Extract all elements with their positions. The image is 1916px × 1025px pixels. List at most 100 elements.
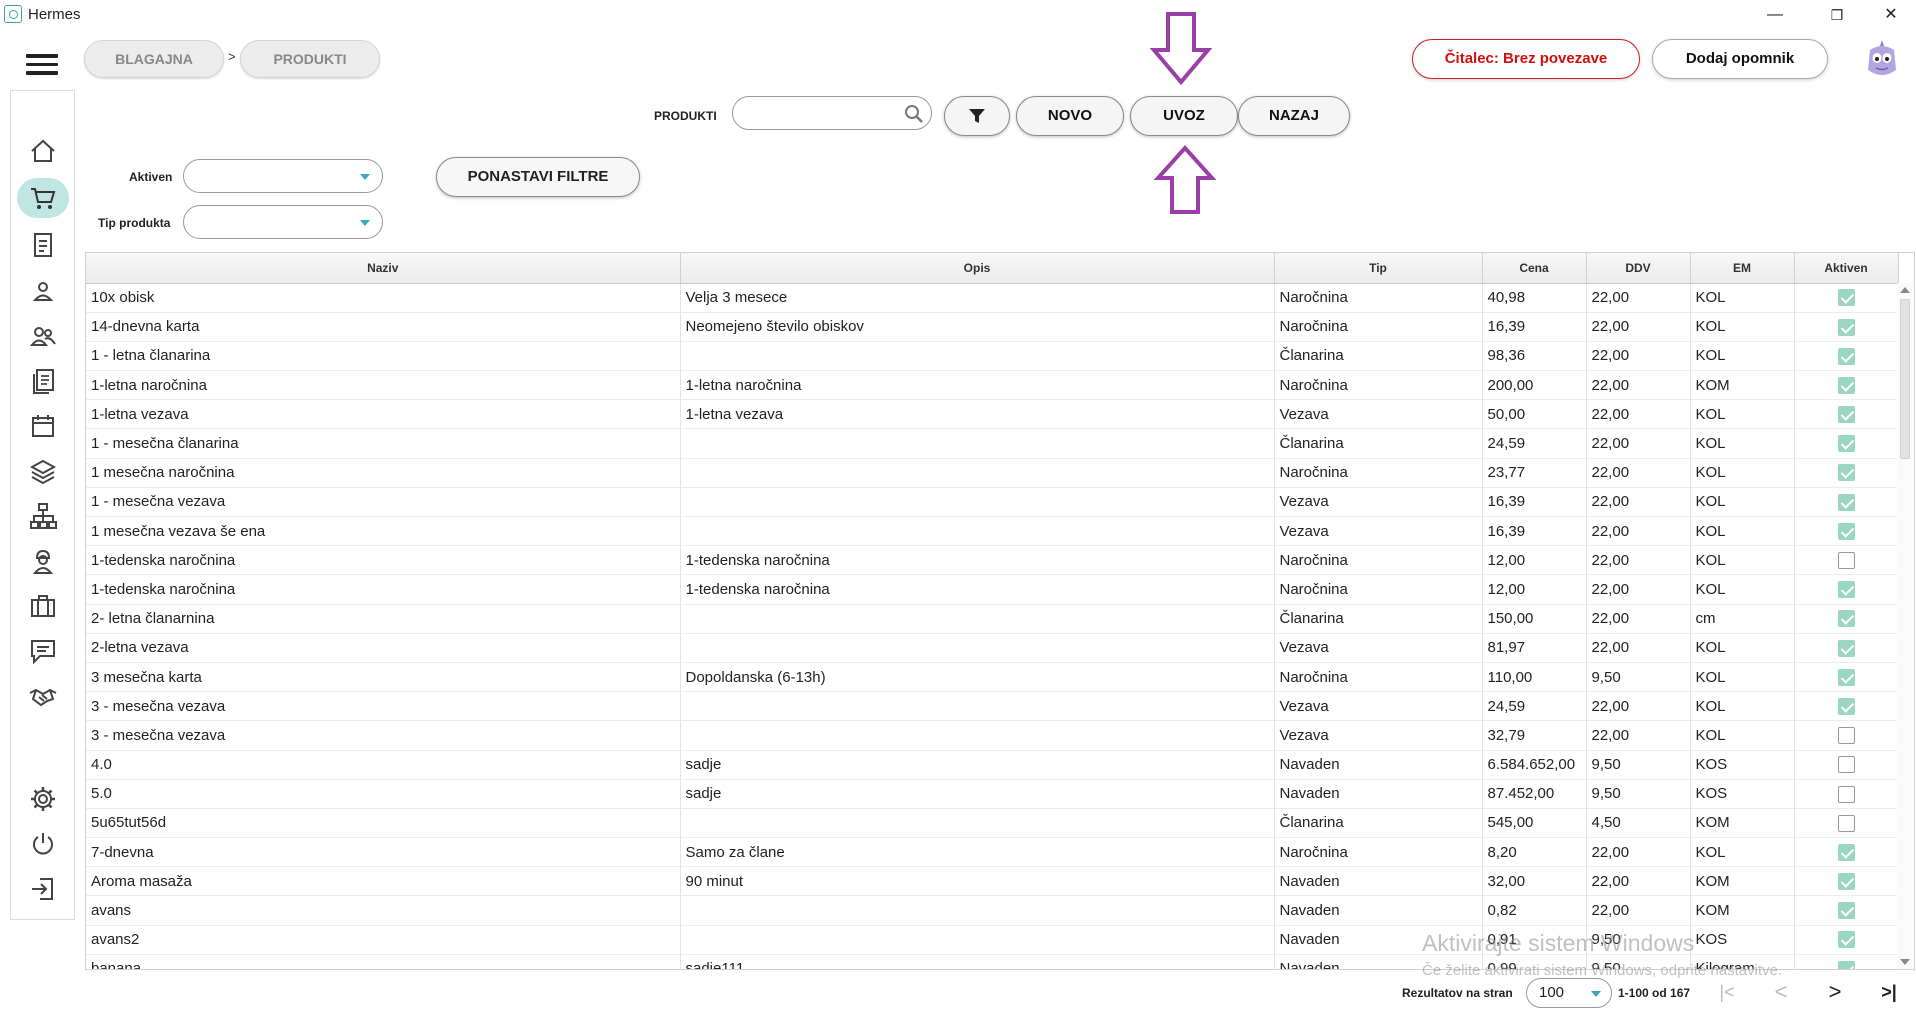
type-filter-select[interactable] bbox=[183, 205, 383, 239]
sidebar-item-layers[interactable] bbox=[17, 451, 69, 491]
table-row[interactable]: 1 mesečna naročnina Naročnina 23,77 22,00 KO… bbox=[86, 458, 1899, 488]
column-header-tip[interactable]: Tip bbox=[1274, 253, 1483, 284]
active-checkbox[interactable] bbox=[1837, 610, 1855, 628]
table-row[interactable]: 3 - mesečna vezava Vezava 32,79 22,00 KOL bbox=[86, 720, 1899, 751]
column-header-em[interactable]: EM bbox=[1690, 253, 1795, 284]
table-row[interactable]: 5u65tut56d Članarina 545,00 4,50 KOM bbox=[86, 808, 1899, 839]
sidebar-item-home[interactable] bbox=[17, 131, 69, 171]
column-header-opis[interactable]: Opis bbox=[680, 253, 1275, 284]
table-row[interactable]: 4.0 sadje Navaden 6.584.652,00 9,50 KOS bbox=[86, 750, 1899, 780]
search-icon[interactable] bbox=[903, 103, 925, 125]
column-header-ddv[interactable]: DDV bbox=[1586, 253, 1691, 284]
first-page-button[interactable]: |< bbox=[1712, 978, 1742, 1008]
table-row[interactable]: 1-tedenska naročnina 1-tedenska naročnina… bbox=[86, 545, 1899, 576]
sidebar-item-calendar[interactable] bbox=[17, 406, 69, 446]
active-checkbox[interactable] bbox=[1837, 843, 1855, 861]
column-header-cena[interactable]: Cena bbox=[1482, 253, 1587, 284]
sidebar-item-handshake[interactable] bbox=[17, 676, 69, 716]
table-row[interactable]: 1 - letna članarina Članarina 98,36 22,00 KO… bbox=[86, 341, 1899, 372]
active-checkbox[interactable] bbox=[1837, 960, 1855, 969]
sidebar-item-power[interactable] bbox=[17, 824, 69, 864]
column-header-naziv[interactable]: Naziv bbox=[86, 253, 681, 284]
scroll-up-icon[interactable] bbox=[1900, 287, 1910, 293]
reader-status-button[interactable]: Čitalec: Brez povezave bbox=[1412, 39, 1640, 79]
table-row[interactable]: 5.0 sadje Navaden 87.452,00 9,50 KOS bbox=[86, 779, 1899, 809]
active-checkbox[interactable] bbox=[1837, 347, 1855, 365]
sidebar-item-notes[interactable] bbox=[17, 361, 69, 401]
table-row[interactable]: 3 mesečna karta Dopoldanska (6-13h) Naročn… bbox=[86, 662, 1899, 693]
active-checkbox[interactable] bbox=[1837, 581, 1855, 599]
sidebar-item-document[interactable] bbox=[17, 225, 69, 265]
table-row[interactable]: avans Navaden 0,82 22,00 KOM bbox=[86, 895, 1899, 926]
scrollbar-thumb[interactable] bbox=[1900, 299, 1910, 459]
cell-em: KOL bbox=[1690, 312, 1795, 342]
active-checkbox[interactable] bbox=[1837, 668, 1855, 686]
table-row[interactable]: 10x obisk Velja 3 mesece Naročnina 40,98 22,… bbox=[86, 283, 1899, 313]
close-button[interactable]: ✕ bbox=[1868, 2, 1914, 28]
active-checkbox[interactable] bbox=[1837, 376, 1855, 394]
table-row[interactable]: 7-dnevna Samo za člane Naročnina 8,20 22,00 K… bbox=[86, 837, 1899, 868]
active-checkbox[interactable] bbox=[1837, 756, 1855, 774]
active-checkbox[interactable] bbox=[1837, 902, 1855, 920]
active-checkbox[interactable] bbox=[1837, 406, 1855, 424]
vertical-scrollbar[interactable] bbox=[1897, 283, 1913, 969]
sidebar-item-cart[interactable] bbox=[17, 178, 69, 218]
sidebar-item-worker[interactable] bbox=[17, 541, 69, 581]
active-checkbox[interactable] bbox=[1837, 785, 1855, 803]
cell-ddv: 22,00 bbox=[1586, 283, 1691, 313]
next-page-button[interactable]: > bbox=[1820, 978, 1850, 1008]
prev-page-button[interactable]: < bbox=[1766, 978, 1796, 1008]
reset-filters-button[interactable]: PONASTAVI FILTRE bbox=[436, 157, 640, 197]
last-page-button[interactable]: >| bbox=[1874, 978, 1904, 1008]
cell-opis bbox=[680, 720, 1275, 751]
new-button[interactable]: NOVO bbox=[1016, 96, 1124, 136]
table-row[interactable]: 14-dnevna karta Neomejeno število obiskov… bbox=[86, 312, 1899, 342]
table-row[interactable]: 1 - mesečna vezava Vezava 16,39 22,00 KOL bbox=[86, 487, 1899, 518]
import-button[interactable]: UVOZ bbox=[1130, 96, 1238, 136]
table-row[interactable]: 3 - mesečna vezava Vezava 24,59 22,00 KOL bbox=[86, 691, 1899, 722]
sidebar-item-chat[interactable] bbox=[17, 631, 69, 671]
menu-toggle-button[interactable] bbox=[26, 54, 58, 76]
table-row[interactable]: 1-letna vezava 1-letna vezava Vezava 50,00 2… bbox=[86, 399, 1899, 430]
sidebar-item-settings[interactable] bbox=[17, 779, 69, 819]
active-checkbox[interactable] bbox=[1837, 464, 1855, 482]
active-checkbox[interactable] bbox=[1837, 289, 1855, 307]
per-page-select[interactable]: 100 bbox=[1526, 978, 1612, 1008]
sidebar-item-briefcase[interactable] bbox=[17, 586, 69, 626]
table-row[interactable]: 1-letna naročnina 1-letna naročnina Naročn… bbox=[86, 370, 1899, 401]
sidebar-item-network[interactable] bbox=[17, 496, 69, 536]
active-checkbox[interactable] bbox=[1837, 318, 1855, 336]
active-checkbox[interactable] bbox=[1837, 931, 1855, 949]
active-checkbox[interactable] bbox=[1837, 493, 1855, 511]
minimize-button[interactable]: — bbox=[1752, 2, 1798, 28]
active-checkbox[interactable] bbox=[1837, 522, 1855, 540]
sidebar-item-logout[interactable] bbox=[17, 869, 69, 909]
avatar[interactable] bbox=[1864, 38, 1900, 80]
table-row[interactable]: Aroma masaža 90 minut Navaden 32,00 22,00 KOM bbox=[86, 866, 1899, 897]
back-button[interactable]: NAZAJ bbox=[1238, 96, 1350, 136]
sidebar-item-users[interactable] bbox=[17, 316, 69, 356]
active-checkbox[interactable] bbox=[1837, 727, 1855, 745]
active-checkbox[interactable] bbox=[1837, 697, 1855, 715]
breadcrumb-produkti[interactable]: PRODUKTI bbox=[240, 40, 380, 78]
active-checkbox[interactable] bbox=[1837, 435, 1855, 453]
breadcrumb-blagajna[interactable]: BLAGAJNA bbox=[84, 40, 224, 78]
active-filter-select[interactable] bbox=[183, 159, 383, 193]
filter-button[interactable] bbox=[944, 96, 1010, 136]
add-reminder-button[interactable]: Dodaj opomnik bbox=[1652, 39, 1828, 79]
active-checkbox[interactable] bbox=[1837, 873, 1855, 891]
active-checkbox[interactable] bbox=[1837, 639, 1855, 657]
active-checkbox[interactable] bbox=[1837, 814, 1855, 832]
table-row[interactable]: 1-tedenska naročnina 1-tedenska naročnina… bbox=[86, 574, 1899, 605]
search-input[interactable] bbox=[732, 96, 932, 130]
table-row[interactable]: 1 mesečna vezava še ena Vezava 16,39 22,00 K… bbox=[86, 516, 1899, 547]
table-row[interactable]: 2-letna vezava Vezava 81,97 22,00 KOL bbox=[86, 633, 1899, 663]
sidebar-item-user[interactable] bbox=[17, 271, 69, 311]
cell-tip: Naročnina bbox=[1274, 458, 1483, 488]
table-row[interactable]: 2- letna članarnina Članarina 150,00 22,00 c… bbox=[86, 604, 1899, 634]
column-header-aktiven[interactable]: Aktiven bbox=[1794, 253, 1899, 284]
restore-button[interactable]: ❐ bbox=[1814, 2, 1860, 28]
active-checkbox[interactable] bbox=[1837, 552, 1855, 570]
table-row[interactable]: 1 - mesečna članarina Članarina 24,59 22,00… bbox=[86, 428, 1899, 459]
scroll-down-icon[interactable] bbox=[1900, 959, 1910, 965]
